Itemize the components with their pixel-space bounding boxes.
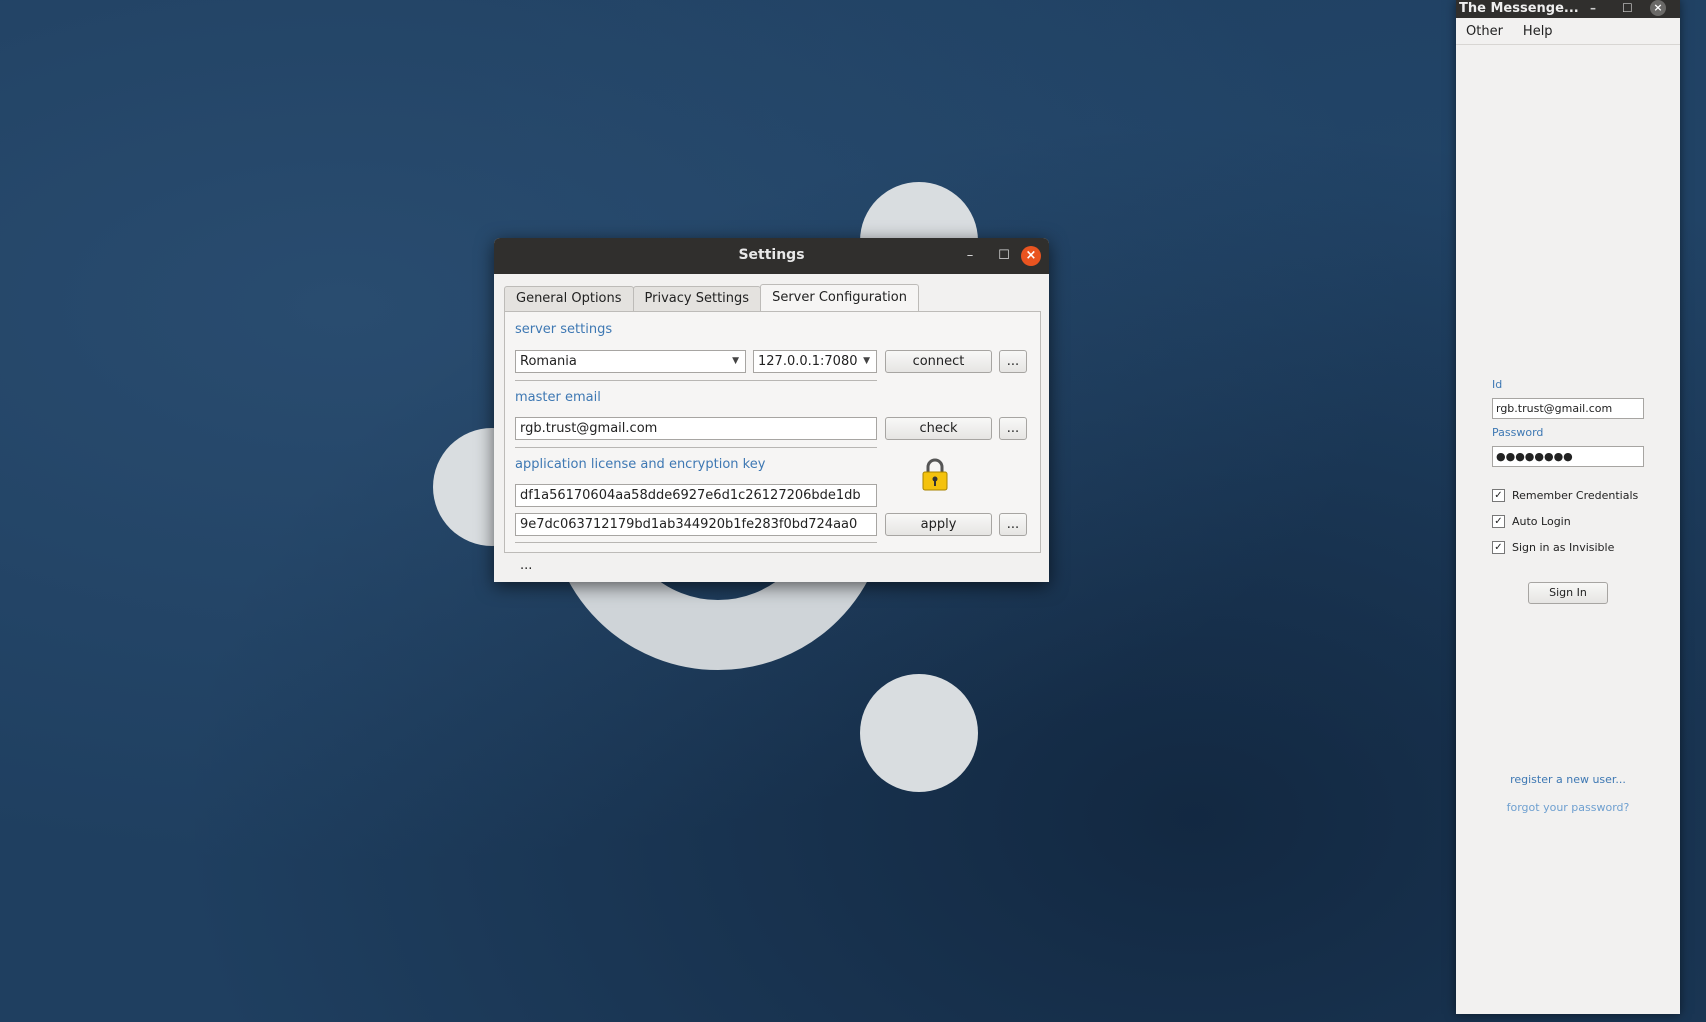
divider: [515, 542, 877, 543]
license-key-field[interactable]: df1a56170604aa58dde6927e6d1c26127206bde1…: [515, 484, 877, 507]
id-field[interactable]: rgb.trust@gmail.com: [1492, 398, 1644, 419]
menu-other[interactable]: Other: [1456, 24, 1513, 39]
divider: [515, 447, 877, 448]
logo-circle-bottom: [860, 674, 978, 792]
master-email-heading: master email: [515, 390, 601, 405]
email-more-button[interactable]: ...: [999, 417, 1027, 440]
divider: [515, 380, 877, 381]
menu-help[interactable]: Help: [1513, 24, 1563, 39]
messenger-window: The Messenge... – ☐ × Other Help Id rgb.…: [1456, 0, 1680, 1014]
server-more-button[interactable]: ...: [999, 350, 1027, 373]
checkbox-checked-icon[interactable]: ✓: [1492, 515, 1505, 528]
check-button[interactable]: check: [885, 417, 992, 440]
sign-in-button[interactable]: Sign In: [1528, 582, 1608, 604]
register-link[interactable]: register a new user...: [1456, 773, 1680, 786]
close-icon[interactable]: ×: [1021, 246, 1041, 266]
checkbox-label: Auto Login: [1512, 515, 1571, 528]
country-select[interactable]: Romania ▼: [515, 350, 746, 373]
connect-button[interactable]: connect: [885, 350, 992, 373]
settings-titlebar[interactable]: Settings – ☐ ×: [494, 238, 1049, 274]
tab-bar: General Options Privacy Settings Server …: [504, 284, 919, 311]
forgot-password-link[interactable]: forgot your password?: [1456, 801, 1680, 814]
country-value: Romania: [520, 354, 577, 369]
maximize-icon[interactable]: ☐: [994, 246, 1014, 266]
remember-credentials-checkbox[interactable]: ✓ Remember Credentials: [1492, 489, 1638, 502]
server-select[interactable]: 127.0.0.1:7080 ▼: [753, 350, 877, 373]
server-configuration-panel: server settings Romania ▼ 127.0.0.1:7080…: [504, 311, 1041, 553]
chevron-down-icon: ▼: [863, 356, 870, 366]
lock-icon: [922, 458, 948, 491]
password-label: Password: [1492, 426, 1544, 439]
menu-bar: Other Help: [1456, 18, 1680, 45]
maximize-icon[interactable]: ☐: [1622, 0, 1633, 16]
settings-window: Settings – ☐ × General Options Privacy S…: [494, 238, 1049, 582]
key-more-button[interactable]: ...: [999, 513, 1027, 536]
messenger-titlebar[interactable]: The Messenge... – ☐ ×: [1456, 0, 1680, 18]
encryption-key-field[interactable]: 9e7dc063712179bd1ab344920b1fe283f0bd724a…: [515, 513, 877, 536]
window-title: The Messenge...: [1459, 1, 1579, 16]
checkbox-checked-icon[interactable]: ✓: [1492, 541, 1505, 554]
checkbox-checked-icon[interactable]: ✓: [1492, 489, 1505, 502]
auto-login-checkbox[interactable]: ✓ Auto Login: [1492, 515, 1571, 528]
tab-server-configuration[interactable]: Server Configuration: [760, 284, 919, 311]
apply-button[interactable]: apply: [885, 513, 992, 536]
password-field[interactable]: ●●●●●●●●: [1492, 446, 1644, 467]
chevron-down-icon: ▼: [732, 356, 739, 366]
tab-general-options[interactable]: General Options: [504, 286, 634, 311]
minimize-icon[interactable]: –: [1590, 0, 1596, 16]
server-value: 127.0.0.1:7080: [758, 354, 858, 369]
checkbox-label: Remember Credentials: [1512, 489, 1639, 502]
checkbox-label: Sign in as Invisible: [1512, 541, 1615, 554]
minimize-icon[interactable]: –: [960, 246, 980, 266]
close-icon[interactable]: ×: [1650, 0, 1666, 16]
server-settings-heading: server settings: [515, 322, 613, 337]
status-footer: ...: [520, 558, 533, 573]
license-heading: application license and encryption key: [515, 457, 766, 472]
tab-privacy-settings[interactable]: Privacy Settings: [632, 286, 762, 311]
id-label: Id: [1492, 378, 1503, 391]
master-email-field[interactable]: rgb.trust@gmail.com: [515, 417, 877, 440]
sign-in-invisible-checkbox[interactable]: ✓ Sign in as Invisible: [1492, 541, 1614, 554]
